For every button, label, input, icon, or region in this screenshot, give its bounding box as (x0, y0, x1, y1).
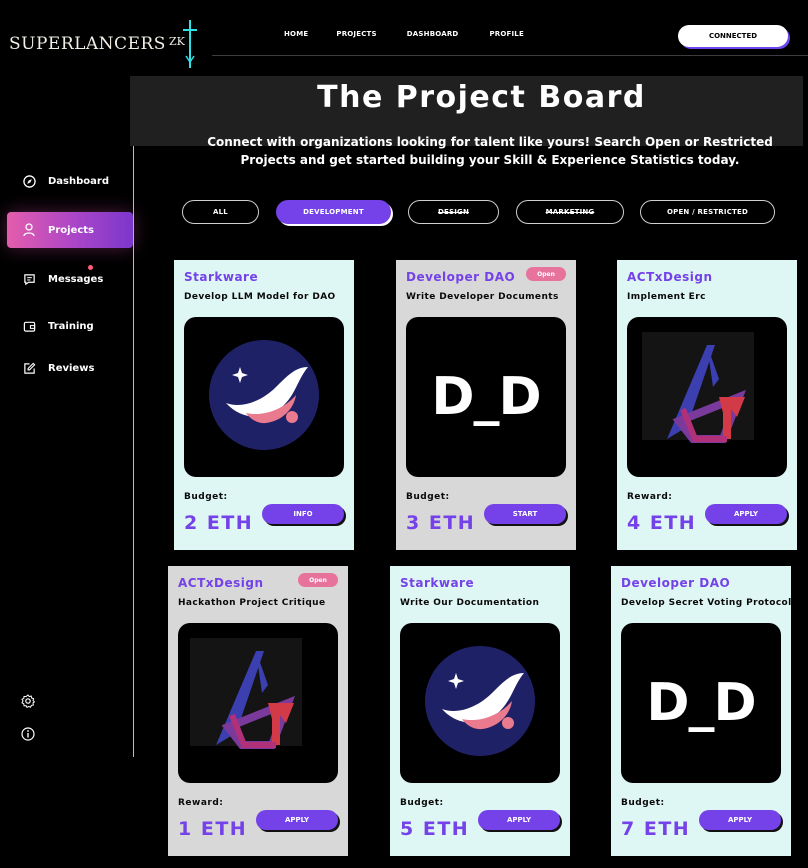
user-icon (22, 223, 36, 237)
sidebar-item-label: Projects (48, 224, 95, 236)
card-amount: 3 ETH (406, 512, 476, 534)
card-apply-button[interactable]: APPLY (705, 504, 787, 524)
sword-icon (183, 20, 197, 68)
actxdesign-logo (178, 623, 338, 783)
card-amount: 1 ETH (178, 818, 248, 840)
page-title: The Project Board (317, 80, 646, 115)
info-icon[interactable] (21, 727, 35, 741)
card-info-button[interactable]: INFO (262, 504, 344, 524)
card-amount: 2 ETH (184, 512, 254, 534)
filter-label: ALL (213, 208, 228, 216)
top-nav: HOME PROJECTS DASHBOARD PROFILE (284, 30, 524, 38)
card-title: Implement Erc (627, 292, 706, 302)
card-amount: 7 ETH (621, 818, 691, 840)
card-amount: 4 ETH (627, 512, 697, 534)
card-apply-button[interactable]: APPLY (478, 810, 560, 830)
card-amount-label: Reward: (627, 492, 673, 502)
sidebar-item-dashboard[interactable]: Dashboard (7, 163, 133, 199)
card-amount-label: Reward: (178, 798, 224, 808)
logo-text: D_D (646, 673, 756, 733)
card-amount: 5 ETH (400, 818, 470, 840)
project-card[interactable]: Starkware Develop LLM Model for DAO Budg… (174, 260, 354, 550)
filter-label: DEVELOPMENT (303, 208, 364, 216)
chat-icon (22, 272, 36, 286)
filter-marketing[interactable]: MARKETING (516, 200, 624, 224)
sidebar-item-projects[interactable]: Projects (7, 212, 133, 248)
filter-label: OPEN / RESTRICTED (666, 208, 749, 216)
edit-icon (22, 361, 36, 375)
card-org: ACTxDesign (627, 270, 713, 284)
card-org: Developer DAO (621, 576, 731, 590)
wallet-icon (22, 319, 36, 333)
compass-icon (22, 174, 36, 188)
card-org: Starkware (184, 270, 259, 284)
project-card[interactable]: Developer DAO Open Write Developer Docum… (396, 260, 576, 550)
card-title: Hackathon Project Critique (178, 598, 326, 608)
card-title: Develop LLM Model for DAO (184, 292, 336, 302)
filter-all[interactable]: ALL (182, 200, 259, 224)
sidebar-item-label: Messages (48, 273, 104, 285)
project-card[interactable]: Developer DAO Develop Secret Voting Prot… (611, 566, 791, 856)
nav-home[interactable]: HOME (284, 30, 308, 38)
page-subtitle: Connect with organizations looking for t… (207, 135, 773, 167)
sidebar-item-training[interactable]: Training (7, 308, 133, 344)
sidebar-item-reviews[interactable]: Reviews (7, 350, 133, 386)
card-org: ACTxDesign (178, 576, 264, 590)
brand-logo[interactable]: SUPERLANCERS ZK (9, 18, 197, 70)
card-title: Develop Secret Voting Protocol (621, 598, 792, 608)
logo-text: D_D (431, 367, 541, 427)
filter-design[interactable]: DESIGN (408, 200, 499, 224)
card-start-button[interactable]: START (484, 504, 566, 524)
developer-dao-logo: D_D (621, 623, 781, 783)
notification-dot (88, 265, 93, 270)
actxdesign-logo (627, 317, 787, 477)
card-org: Starkware (400, 576, 475, 590)
card-apply-button[interactable]: APPLY (256, 810, 338, 830)
sidebar-divider (133, 145, 134, 757)
filter-label: MARKETING (545, 208, 595, 216)
filter-label: DESIGN (437, 208, 470, 216)
sidebar-item-label: Training (48, 320, 94, 332)
filter-open-restricted[interactable]: OPEN / RESTRICTED (640, 200, 775, 224)
nav-profile[interactable]: PROFILE (489, 30, 524, 38)
card-title: Write Developer Documents (406, 292, 559, 302)
starkware-logo (400, 623, 560, 783)
status-badge: Open (526, 267, 566, 281)
card-amount-label: Budget: (400, 798, 444, 808)
nav-projects[interactable]: PROJECTS (336, 30, 376, 38)
settings-icon[interactable] (21, 694, 35, 708)
nav-dashboard[interactable]: DASHBOARD (407, 30, 459, 38)
project-card[interactable]: Starkware Write Our Documentation Budget… (390, 566, 570, 856)
card-org: Developer DAO (406, 270, 516, 284)
card-amount-label: Budget: (621, 798, 665, 808)
filter-development[interactable]: DEVELOPMENT (276, 200, 391, 224)
developer-dao-logo: D_D (406, 317, 566, 477)
sidebar-item-label: Reviews (48, 362, 95, 374)
card-title: Write Our Documentation (400, 598, 540, 608)
header-divider (212, 55, 808, 56)
sidebar-item-messages[interactable]: Messages (7, 261, 133, 297)
brand-name: SUPERLANCERS (9, 34, 166, 54)
connected-button[interactable]: CONNECTED (678, 25, 788, 47)
project-card[interactable]: ACTxDesign Open Hackathon Project Critiq… (168, 566, 348, 856)
sidebar-item-label: Dashboard (48, 175, 109, 187)
starkware-logo (184, 317, 344, 477)
card-amount-label: Budget: (184, 492, 228, 502)
project-card[interactable]: ACTxDesign Implement Erc Reward: 4 ETH A… (617, 260, 797, 550)
card-apply-button[interactable]: APPLY (699, 810, 781, 830)
status-badge: Open (298, 573, 338, 587)
card-amount-label: Budget: (406, 492, 450, 502)
